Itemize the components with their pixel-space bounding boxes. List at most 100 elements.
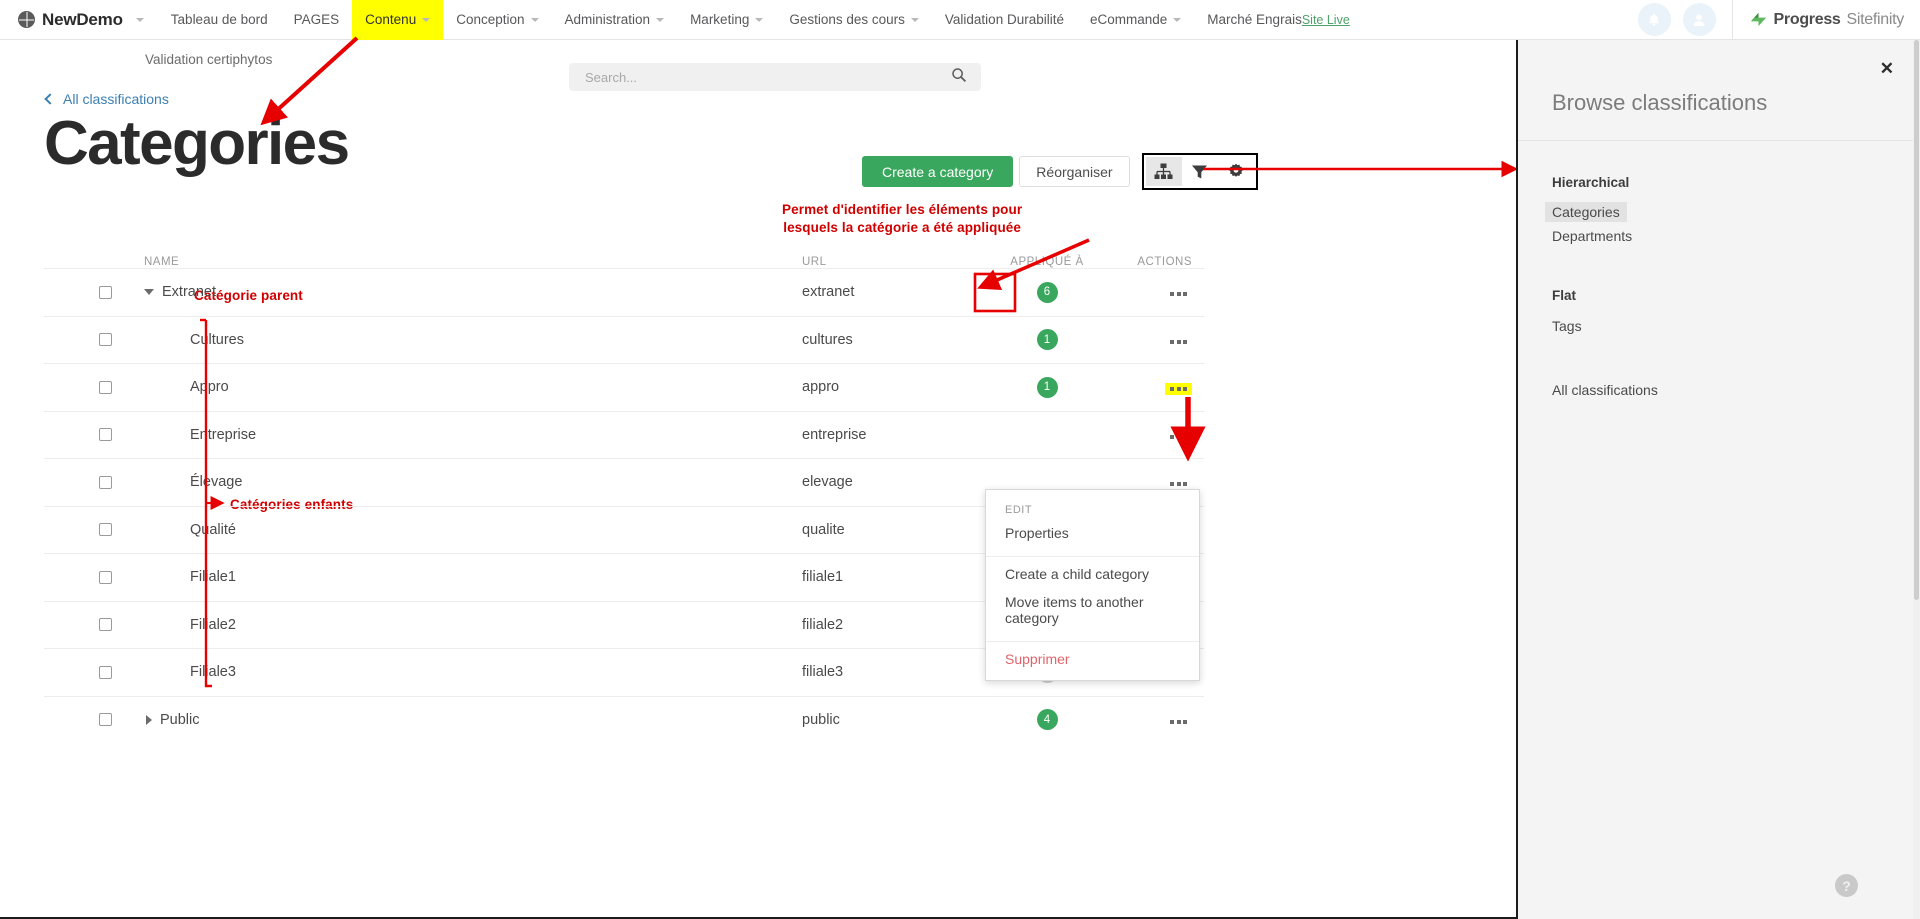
- funnel-icon: [1191, 164, 1208, 180]
- nav-item-marche-engrais[interactable]: Marché Engrais: [1194, 0, 1302, 40]
- row-name-cell: Appro: [102, 379, 802, 395]
- applied-count-badge[interactable]: 6: [1037, 282, 1058, 303]
- row-actions-menu-button[interactable]: [1165, 288, 1192, 300]
- row-url-cell: qualite: [802, 522, 992, 538]
- reorganize-button[interactable]: Réorganiser: [1019, 156, 1129, 187]
- context-menu-item-supprimer[interactable]: Supprimer: [986, 646, 1199, 674]
- nav-label: Gestions des cours: [789, 12, 905, 27]
- row-actions-cell: [1102, 474, 1202, 490]
- sitemap-icon: [1154, 163, 1173, 180]
- panel-scrollbar[interactable]: [1913, 40, 1920, 919]
- chevron-down-icon: [531, 18, 539, 22]
- row-actions-context-menu: EDIT Properties Create a child category …: [985, 489, 1200, 681]
- row-name-cell: Public: [102, 712, 802, 728]
- row-checkbox-cell: [44, 381, 102, 394]
- row-url-cell: extranet: [802, 284, 992, 300]
- row-actions-menu-button[interactable]: [1165, 336, 1192, 348]
- applied-count-badge[interactable]: 4: [1037, 709, 1058, 730]
- header-actions: ACTIONS: [1102, 256, 1202, 268]
- search-box[interactable]: Search...: [569, 63, 981, 91]
- table-row[interactable]: Extranet extranet 6: [44, 268, 1204, 316]
- nav-item-gestions-des-cours[interactable]: Gestions des cours: [776, 0, 932, 40]
- row-actions-menu-button[interactable]: [1165, 383, 1192, 395]
- row-url-cell: filiale2: [802, 617, 992, 633]
- nav-item-validation-durabilite[interactable]: Validation Durabilité: [932, 0, 1077, 40]
- panel-item-tags[interactable]: Tags: [1545, 316, 1589, 336]
- nav-item-marketing[interactable]: Marketing: [677, 0, 776, 40]
- nav-item-conception[interactable]: Conception: [443, 0, 551, 40]
- row-name-label: Élevage: [190, 474, 242, 490]
- row-url-cell: filiale3: [802, 664, 992, 680]
- applied-count-badge[interactable]: 1: [1037, 329, 1058, 350]
- row-name-cell: Qualité: [102, 522, 802, 538]
- context-menu-separator: [986, 641, 1199, 642]
- panel-divider: [1518, 140, 1920, 141]
- breadcrumb: Validation certiphytos: [145, 52, 272, 67]
- row-checkbox-cell: [44, 428, 102, 441]
- nav-item-administration[interactable]: Administration: [552, 0, 678, 40]
- row-actions-cell: [1102, 284, 1202, 300]
- site-live-link[interactable]: Site Live: [1302, 13, 1350, 27]
- brand-site-selector[interactable]: NewDemo: [0, 10, 158, 30]
- row-checkbox-cell: [44, 333, 102, 346]
- context-menu-item-move-items[interactable]: Move items to another category: [986, 589, 1199, 633]
- row-checkbox-cell: [44, 571, 102, 584]
- table-row[interactable]: Entrepriseentreprise: [44, 411, 1204, 459]
- nav-item-pages[interactable]: PAGES: [281, 0, 353, 40]
- expand-collapse-caret-down-icon[interactable]: [144, 289, 154, 295]
- row-checkbox-cell: [44, 523, 102, 536]
- back-to-all-classifications-link[interactable]: All classifications: [46, 91, 169, 107]
- search-icon[interactable]: [951, 67, 981, 88]
- row-name-cell: Entreprise: [102, 427, 802, 443]
- hierarchy-view-button[interactable]: [1146, 157, 1182, 186]
- view-options-group: [1142, 153, 1258, 190]
- table-row[interactable]: Cultures cultures 1: [44, 316, 1204, 364]
- row-name-label: Appro: [190, 379, 229, 395]
- sitefinity-logo: Progress Sitefinity: [1733, 10, 1920, 29]
- create-category-button[interactable]: Create a category: [862, 156, 1013, 187]
- row-url-cell: cultures: [802, 332, 992, 348]
- nav-label: Validation Durabilité: [945, 12, 1064, 27]
- panel-item-all-classifications[interactable]: All classifications: [1545, 380, 1665, 400]
- row-name-cell: Filiale3: [102, 664, 802, 680]
- context-menu-item-properties[interactable]: Properties: [986, 520, 1199, 548]
- filter-button[interactable]: [1182, 157, 1218, 186]
- settings-button[interactable]: [1218, 157, 1254, 186]
- table-row[interactable]: Publicpublic4: [44, 696, 1204, 744]
- table-header-row: NAME URL APPLIQUÉ À ACTIONS: [44, 246, 1204, 268]
- gear-icon: [1227, 163, 1245, 181]
- question-mark-icon[interactable]: ?: [1835, 874, 1858, 897]
- panel-item-departments[interactable]: Departments: [1545, 226, 1639, 246]
- row-checkbox-cell: [44, 713, 102, 726]
- nav-item-tableau-de-bord[interactable]: Tableau de bord: [158, 0, 281, 40]
- panel-scrollbar-thumb[interactable]: [1914, 40, 1919, 600]
- search-input[interactable]: Search...: [569, 70, 951, 85]
- expand-collapse-caret-right-icon[interactable]: [146, 715, 152, 725]
- notifications-button[interactable]: [1638, 3, 1671, 36]
- row-name-cell: Filiale1: [102, 569, 802, 585]
- row-name-cell: Filiale2: [102, 617, 802, 633]
- applied-count-badge[interactable]: 1: [1037, 377, 1058, 398]
- row-checkbox-cell: [44, 618, 102, 631]
- chevron-left-icon: [44, 93, 55, 104]
- panel-item-categories[interactable]: Categories: [1545, 202, 1627, 222]
- user-account-button[interactable]: [1683, 3, 1716, 36]
- nav-item-contenu[interactable]: Contenu: [352, 0, 443, 40]
- row-name-label: Cultures: [190, 332, 244, 348]
- row-checkbox-cell: [44, 476, 102, 489]
- row-actions-menu-button[interactable]: [1165, 716, 1192, 728]
- nav-item-ecommande[interactable]: eCommande: [1077, 0, 1194, 40]
- logo-secondary-text: Sitefinity: [1847, 11, 1904, 29]
- close-icon[interactable]: ✕: [1880, 60, 1894, 77]
- row-actions-menu-button[interactable]: [1165, 431, 1192, 443]
- logo-primary-text: Progress: [1774, 11, 1841, 29]
- row-actions-cell: [1102, 427, 1202, 443]
- context-menu-item-create-child-category[interactable]: Create a child category: [986, 561, 1199, 589]
- table-row[interactable]: Approappro1: [44, 363, 1204, 411]
- header-applied-to: APPLIQUÉ À: [992, 256, 1102, 268]
- row-name-cell: Cultures: [102, 332, 802, 348]
- row-name-label: Filiale2: [190, 617, 236, 633]
- row-name-label: Filiale1: [190, 569, 236, 585]
- row-actions-cell: [1102, 379, 1202, 395]
- row-name-label: Extranet: [162, 284, 216, 300]
